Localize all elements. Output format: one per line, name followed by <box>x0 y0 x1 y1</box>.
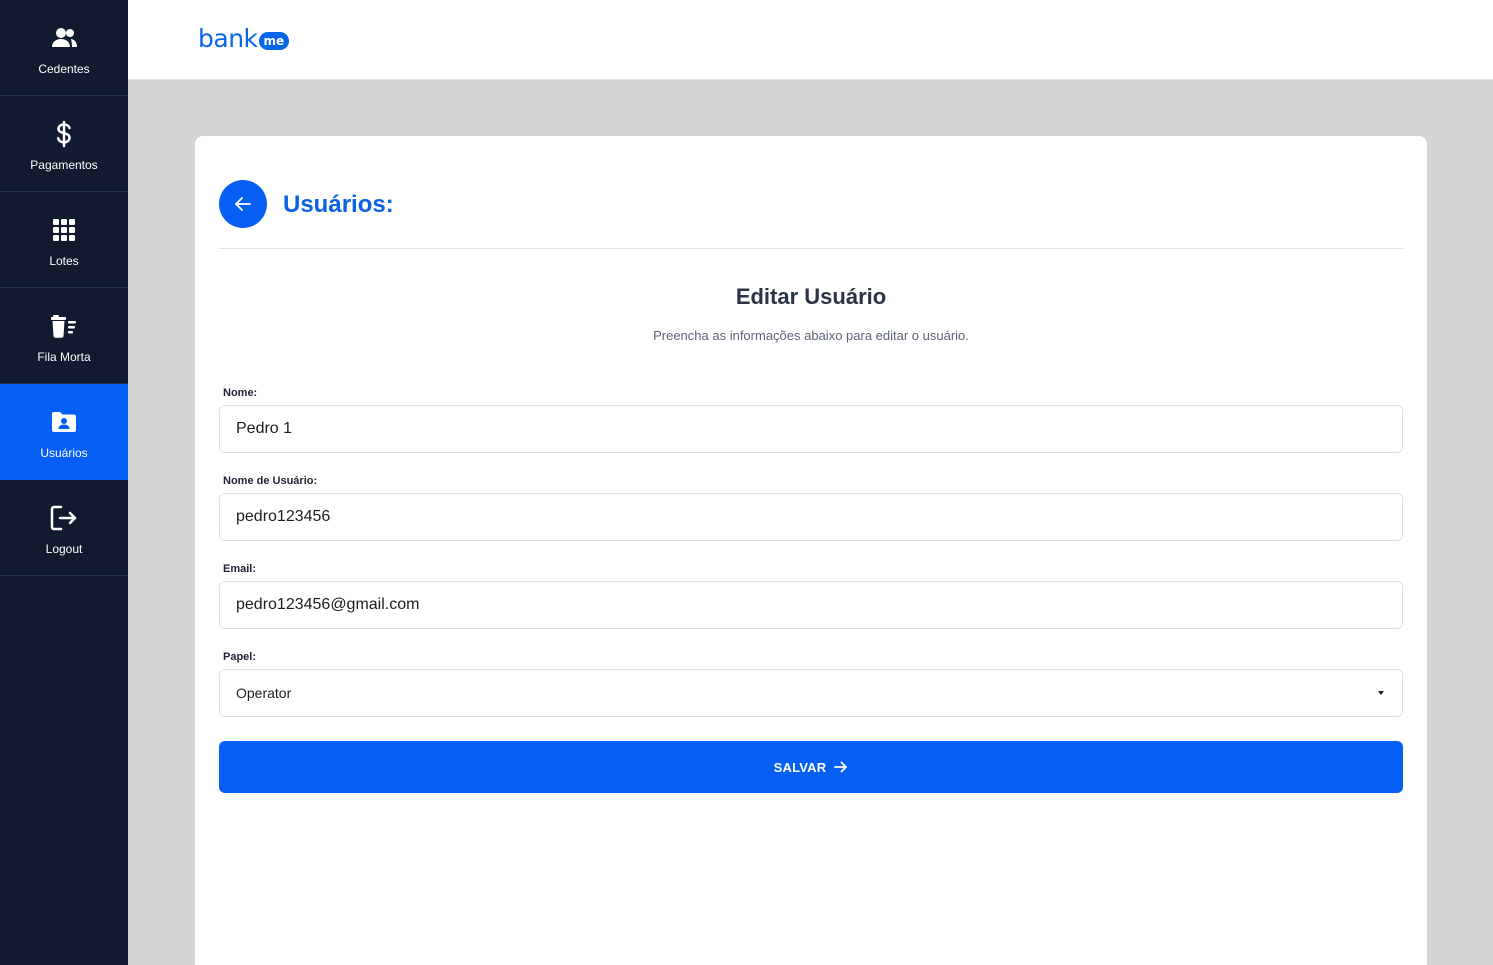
sidebar-item-label: Fila Morta <box>37 349 91 364</box>
logo-text: bank <box>198 24 258 53</box>
logout-icon <box>50 504 78 532</box>
grid-icon <box>50 216 78 244</box>
name-label: Nome: <box>223 387 258 399</box>
top-bar: bank me <box>128 0 1493 80</box>
back-button[interactable] <box>219 180 267 228</box>
role-select-value: Operator <box>236 685 292 701</box>
sidebar-item-label: Lotes <box>49 253 79 268</box>
arrow-right-icon <box>834 761 848 773</box>
role-label: Papel: <box>223 651 257 663</box>
page-title: Usuários: <box>283 191 394 218</box>
sidebar-item-usuarios[interactable]: Usuários <box>0 384 128 480</box>
sidebar-item-label: Pagamentos <box>30 157 98 172</box>
arrow-left-icon <box>234 196 252 212</box>
dollar-icon <box>50 120 78 148</box>
sidebar-item-logout[interactable]: Logout <box>0 480 128 576</box>
card-header: Usuários: <box>219 180 1403 249</box>
trash-list-icon <box>50 312 78 340</box>
email-input[interactable] <box>219 581 1403 629</box>
caret-down-icon <box>1378 691 1384 695</box>
bankme-logo[interactable]: bank me <box>198 24 290 54</box>
sidebar-item-pagamentos[interactable]: Pagamentos <box>0 96 128 192</box>
sidebar-item-lotes[interactable]: Lotes <box>0 192 128 288</box>
email-label: Email: <box>223 563 257 575</box>
form-subtitle: Preencha as informações abaixo para edit… <box>653 328 969 343</box>
users-icon <box>50 24 78 52</box>
sidebar-item-label: Logout <box>45 541 83 556</box>
sidebar-item-cedentes[interactable]: Cedentes <box>0 0 128 96</box>
save-button[interactable]: SALVAR <box>219 741 1403 793</box>
save-button-label: SALVAR <box>773 759 827 775</box>
sidebar-item-label: Usuários <box>40 445 88 460</box>
logo-badge: me <box>258 32 290 50</box>
user-folder-icon <box>50 408 78 436</box>
sidebar: Cedentes Pagamentos Lotes Fila Morta Usu… <box>0 0 128 965</box>
sidebar-item-label: Cedentes <box>38 61 90 76</box>
sidebar-item-fila-morta[interactable]: Fila Morta <box>0 288 128 384</box>
name-input[interactable] <box>219 405 1403 453</box>
form-title: Editar Usuário <box>735 284 887 309</box>
username-label: Nome de Usuário: <box>223 475 318 487</box>
edit-user-card: Usuários: Editar Usuário Preencha as inf… <box>195 136 1427 965</box>
role-select[interactable]: Operator <box>219 669 1403 717</box>
username-input[interactable] <box>219 493 1403 541</box>
